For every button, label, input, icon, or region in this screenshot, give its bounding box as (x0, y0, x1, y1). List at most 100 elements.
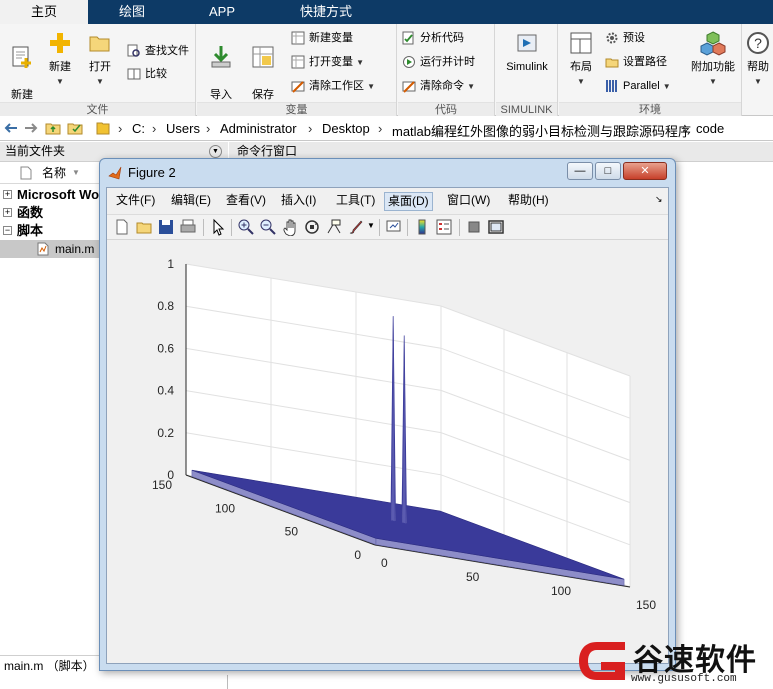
toolbar-separator (407, 219, 408, 236)
clear-workspace-button[interactable]: 清除工作区 ▼ (289, 76, 375, 96)
minimize-button[interactable]: — (567, 162, 593, 180)
tree-node-label: Microsoft Wo (17, 187, 100, 202)
forward-arrow-icon[interactable] (22, 120, 40, 138)
menu-insert[interactable]: 插入(I) (278, 192, 319, 211)
new-script-icon (12, 46, 31, 68)
surface-plot[interactable]: 00.20.40.60.81050100150050100150 (107, 241, 668, 663)
link-plot-icon[interactable] (385, 218, 403, 236)
insert-legend-icon[interactable] (435, 218, 453, 236)
open-caret-icon: ▼ (96, 77, 104, 86)
brush-icon[interactable] (347, 218, 365, 236)
set-path-button[interactable]: 设置路径 (603, 52, 667, 72)
show-plot-tools-icon[interactable] (487, 218, 505, 236)
pan-hand-icon[interactable] (281, 218, 299, 236)
ribbon-tab-bar: 主页 绘图 APP 快捷方式 (0, 0, 773, 24)
compare-button[interactable]: 比较 (125, 64, 167, 84)
save-workspace-button[interactable]: 保存 工作区 (243, 28, 283, 115)
print-icon[interactable] (179, 218, 197, 236)
name-column-label[interactable]: 名称 (42, 162, 66, 184)
zoom-out-icon[interactable] (259, 218, 277, 236)
breadcrumb-separator: › (152, 121, 157, 136)
toolbar-separator (203, 219, 204, 236)
preferences-button[interactable]: 预设 (603, 28, 645, 48)
y-tick-label: 150 (152, 478, 172, 492)
compare-label: 比较 (145, 68, 167, 80)
maximize-button[interactable]: □ (595, 162, 621, 180)
new-script-button[interactable]: 新建 脚本 (2, 28, 42, 115)
brush-dropdown-caret-icon[interactable]: ▼ (367, 221, 375, 230)
menu-view[interactable]: 查看(V) (223, 192, 269, 211)
panel-menu-chevron-icon[interactable]: ▼ (209, 145, 222, 158)
addons-button[interactable]: 附加功能 ▼ (686, 28, 740, 98)
menu-help[interactable]: 帮助(H) (505, 192, 552, 211)
clear-workspace-icon (291, 81, 305, 93)
open-button[interactable]: 打开 ▼ (80, 28, 120, 98)
parallel-button[interactable]: Parallel ▼ (603, 76, 671, 96)
hide-plot-tools-icon[interactable] (465, 218, 483, 236)
simulink-button[interactable]: Simulink (497, 28, 557, 98)
plot-area[interactable]: 0 0.2 0.4 0.6 0.8 1 0 50 100 150 0 50 100 150 (107, 241, 668, 663)
figure-title: Figure 2 (128, 165, 176, 180)
rotate-3d-icon[interactable] (303, 218, 321, 236)
save-icon[interactable] (157, 218, 175, 236)
pointer-icon[interactable] (209, 218, 227, 236)
new-variable-icon (291, 31, 305, 45)
parallel-icon (606, 80, 617, 92)
analyze-code-button[interactable]: 分析代码 (400, 28, 464, 48)
figure-window[interactable]: Figure 2 — □ ✕ 文件(F) 编辑(E) 查看(V) 插入(I) 工… (99, 158, 676, 671)
parallel-caret-icon: ▼ (662, 82, 671, 91)
breadcrumb-item[interactable]: Users (166, 121, 200, 136)
collapse-minus-icon[interactable]: − (3, 226, 12, 235)
breadcrumb-item[interactable]: code (696, 121, 724, 136)
layout-button[interactable]: 布局 ▼ (561, 28, 601, 98)
zoom-in-icon[interactable] (237, 218, 255, 236)
new-caret-icon: ▼ (56, 77, 64, 86)
help-button[interactable]: ? 帮助 ▼ (743, 28, 773, 98)
tab-shortcuts[interactable]: 快捷方式 (268, 0, 384, 24)
breadcrumb-item[interactable]: C: (132, 121, 145, 136)
open-file-icon[interactable] (135, 218, 153, 236)
back-arrow-icon[interactable] (2, 120, 20, 138)
menu-edit[interactable]: 编辑(E) (168, 192, 214, 211)
clear-commands-button[interactable]: 清除命令 ▼ (400, 76, 475, 96)
address-bar: › C: › Users › Administrator › Desktop ›… (0, 117, 773, 141)
new-button[interactable]: 新建 ▼ (40, 28, 80, 98)
new-figure-icon[interactable] (113, 218, 131, 236)
tab-plots[interactable]: 绘图 (88, 0, 176, 24)
up-folder-icon[interactable] (44, 120, 62, 138)
find-files-button[interactable]: 查找文件 (125, 41, 189, 61)
new-variable-button[interactable]: 新建变量 (289, 28, 353, 48)
ribbon-group-file: 新建 脚本 新建 ▼ 打开 ▼ 查找文件 比较 文件 (0, 24, 196, 116)
svg-text:?: ? (754, 35, 762, 51)
figure-menubar: 文件(F) 编辑(E) 查看(V) 插入(I) 工具(T) 桌面(D) 窗口(W… (107, 188, 668, 214)
close-button[interactable]: ✕ (623, 162, 667, 180)
watermark-url: www.gususoft.com (631, 673, 737, 685)
tab-apps[interactable]: APP (176, 0, 268, 24)
insert-colorbar-icon[interactable] (413, 218, 431, 236)
open-variable-button[interactable]: 打开变量 ▼ (289, 52, 364, 72)
menu-file[interactable]: 文件(F) (113, 192, 158, 211)
breadcrumb-item[interactable]: Desktop (322, 121, 370, 136)
find-files-label: 查找文件 (145, 45, 189, 57)
breadcrumb-item[interactable]: Administrator (220, 121, 297, 136)
open-variable-label: 打开变量 (309, 56, 353, 68)
sort-caret-icon[interactable]: ▼ (72, 162, 80, 184)
tree-node-label: 函数 (17, 205, 44, 220)
tab-home[interactable]: 主页 (0, 0, 88, 24)
breadcrumb-item[interactable]: matlab编程红外图像的弱小目标检测与跟踪源码程序 (392, 121, 691, 140)
expand-plus-icon[interactable]: + (3, 208, 12, 217)
menu-desktop[interactable]: 桌面(D) (384, 192, 433, 211)
ribbon-group-variable: 导入 数据 保存 工作区 新建变量 打开变量 ▼ 清除工作区 ▼ 变量 (197, 24, 397, 116)
dock-arrow-icon[interactable]: ↘ (655, 194, 663, 205)
breadcrumb-separator: › (308, 121, 313, 136)
watermark: 谷速软件 www.gususoft.com (573, 632, 773, 689)
browse-folder-icon[interactable] (66, 120, 84, 138)
import-data-button[interactable]: 导入 数据 (201, 28, 241, 115)
breadcrumb-separator: › (378, 121, 383, 136)
menu-window[interactable]: 窗口(W) (444, 192, 493, 211)
expand-plus-icon[interactable]: + (3, 190, 12, 199)
run-and-time-button[interactable]: 运行并计时 (400, 52, 475, 72)
addons-icon (700, 31, 726, 56)
data-cursor-icon[interactable] (325, 218, 343, 236)
menu-tools[interactable]: 工具(T) (333, 192, 378, 211)
